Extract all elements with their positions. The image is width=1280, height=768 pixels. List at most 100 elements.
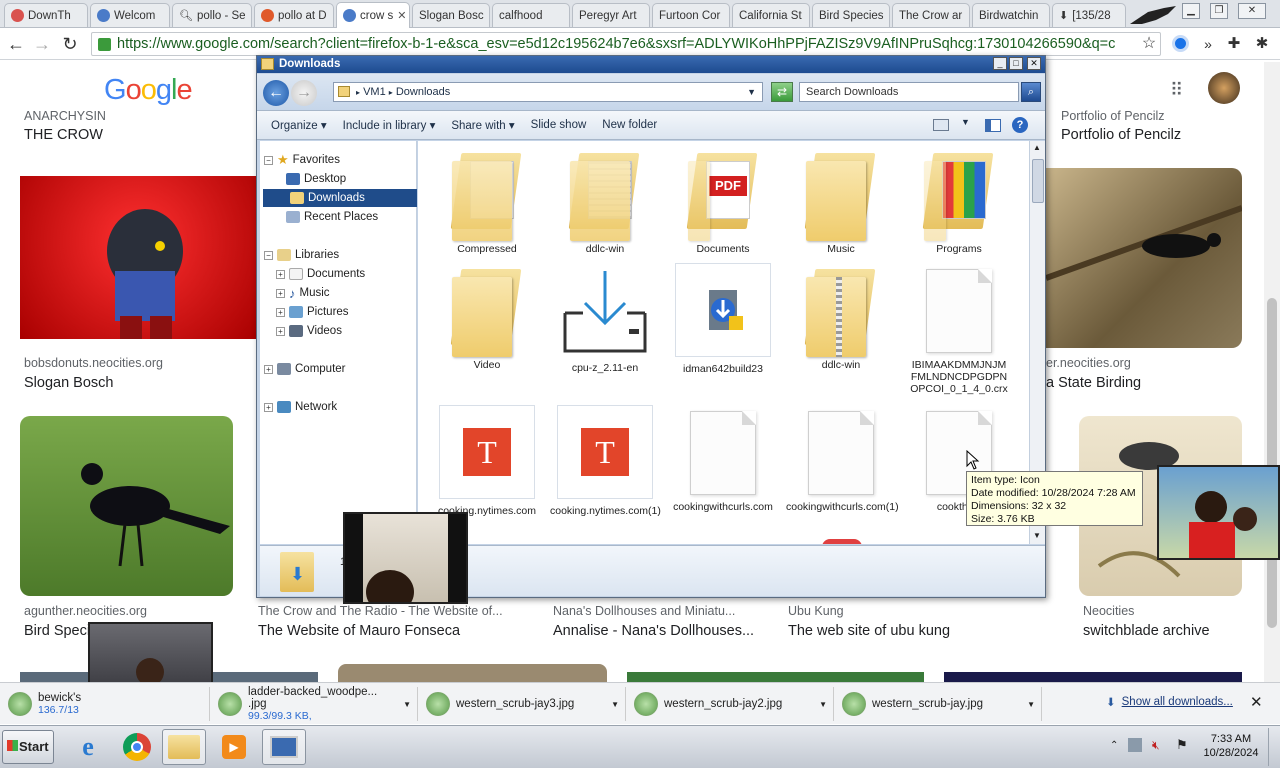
system-clock[interactable]: 7:33 AM 10/28/2024: [1200, 732, 1262, 760]
explorer-taskbar-icon[interactable]: [162, 729, 206, 765]
tab-birdwatching[interactable]: Birdwatchin: [972, 3, 1050, 27]
chevron-down-icon[interactable]: ▼: [819, 700, 833, 709]
explorer-forward-icon[interactable]: →: [291, 80, 317, 106]
tab-pollo-search[interactable]: 🔍︎ pollo - Se: [172, 3, 252, 27]
tab-progress[interactable]: ⬇ [135/28: [1052, 3, 1126, 27]
explorer-title-bar[interactable]: Downloads: [257, 56, 1045, 73]
tools-icon[interactable]: ✱: [1250, 32, 1274, 56]
download-item[interactable]: western_scrub-jay3.jpg ▼: [418, 687, 626, 721]
preview-pane-icon[interactable]: [985, 119, 1001, 132]
search-downloads-field[interactable]: Search Downloads: [799, 82, 1019, 102]
scroll-up-icon[interactable]: ▲: [1033, 143, 1041, 152]
partial-file-icon[interactable]: [822, 539, 862, 544]
file-item[interactable]: Compressed: [432, 147, 542, 255]
file-item[interactable]: Tcooking.nytimes.com: [432, 405, 542, 517]
apps-grid-icon[interactable]: ⠿: [1170, 80, 1183, 101]
expand-icon[interactable]: +: [276, 269, 285, 279]
result-title[interactable]: The Website of Mauro Fonseca: [258, 623, 460, 639]
nav-recent-places[interactable]: Recent Places: [286, 208, 416, 226]
tab-calfhood[interactable]: calfhood: [492, 3, 570, 27]
more-extensions-icon[interactable]: »: [1196, 32, 1220, 56]
page-scrollbar-thumb[interactable]: [1267, 298, 1277, 628]
chevron-down-icon[interactable]: ▼: [747, 83, 756, 101]
file-item[interactable]: ddlc-win: [786, 263, 896, 371]
action-center-flag-icon[interactable]: ⚑: [1176, 737, 1188, 753]
close-window-button[interactable]: ✕: [1238, 3, 1266, 19]
file-item[interactable]: Programs: [904, 147, 1014, 255]
result-image-partial[interactable]: [338, 664, 607, 682]
chevron-down-icon[interactable]: ▼: [1027, 700, 1041, 709]
result-title[interactable]: Slogan Bosch: [24, 375, 113, 391]
result-image-grackle[interactable]: [20, 416, 233, 596]
result-title[interactable]: Annalise - Nana's Dollhouses...: [553, 623, 754, 639]
download-item[interactable]: bewick's 136.7/13: [0, 687, 210, 721]
close-tab-icon[interactable]: ✕: [397, 9, 406, 22]
result-title[interactable]: THE CROW: [24, 127, 103, 143]
nav-videos[interactable]: + Videos: [276, 322, 416, 340]
show-all-downloads-link[interactable]: ⬇ Show all downloads...: [1106, 695, 1233, 709]
tab-welcome[interactable]: Welcom: [90, 3, 170, 27]
file-item[interactable]: PDF Documents: [668, 147, 778, 255]
nav-desktop[interactable]: Desktop: [286, 170, 416, 188]
file-item[interactable]: idman642build23: [668, 263, 778, 375]
nav-music[interactable]: + ♪ Music: [276, 284, 416, 302]
avatar[interactable]: [1208, 72, 1240, 104]
expand-icon[interactable]: +: [264, 402, 273, 412]
search-icon[interactable]: ⌕: [1021, 82, 1041, 102]
expand-icon[interactable]: +: [276, 288, 285, 298]
chrome-icon[interactable]: [115, 729, 159, 765]
organize-button[interactable]: Organize ▾: [257, 118, 335, 132]
collapse-icon[interactable]: −: [264, 155, 273, 165]
file-item[interactable]: IBIMAAKDMMJNJMFMLNDNCDPGDPNOPCOI_0_1_4_0…: [904, 263, 1014, 395]
help-icon[interactable]: ?: [1012, 117, 1028, 133]
share-with-button[interactable]: Share with ▾: [443, 118, 522, 132]
chevron-down-icon[interactable]: ▼: [611, 700, 625, 709]
file-item[interactable]: cookingwithcurls.com(1): [786, 405, 899, 513]
file-item[interactable]: Music: [786, 147, 896, 255]
network-tray-icon[interactable]: [1128, 738, 1142, 752]
result-image-crow-tree[interactable]: [1046, 168, 1242, 348]
minimize-button[interactable]: ▁: [1182, 3, 1200, 19]
chevron-down-icon[interactable]: ▼: [403, 700, 417, 709]
tab-crow-search-active[interactable]: crow s ✕: [336, 2, 410, 28]
tab-bird-species[interactable]: Bird Species: [812, 3, 890, 27]
remote-desktop-icon[interactable]: [262, 729, 306, 765]
nav-computer[interactable]: + Computer: [264, 360, 416, 378]
explorer-minimize-button[interactable]: _: [993, 57, 1007, 70]
reload-icon[interactable]: ↻: [58, 32, 82, 56]
tab-peregyr-art[interactable]: Peregyr Art: [572, 3, 650, 27]
result-image-crow-character[interactable]: [20, 176, 256, 339]
show-desktop-button[interactable]: [1268, 728, 1278, 766]
new-folder-button[interactable]: New folder: [594, 119, 665, 131]
address-bar[interactable]: https://www.google.com/search?client=fir…: [91, 32, 1161, 56]
result-image-partial[interactable]: [627, 672, 924, 682]
download-item[interactable]: ladder-backed_woodpe... .jpg 99.3/99.3 KB…: [210, 686, 418, 722]
result-title[interactable]: Bird Speci: [24, 623, 90, 639]
slide-show-button[interactable]: Slide show: [523, 119, 595, 131]
file-item[interactable]: Tcooking.nytimes.com(1): [550, 405, 661, 517]
show-hidden-icons[interactable]: ⌃: [1110, 740, 1118, 751]
explorer-breadcrumb[interactable]: ▸ VM1 ▸ Downloads ▼: [333, 82, 763, 102]
explorer-close-button[interactable]: ✕: [1027, 57, 1041, 70]
download-item[interactable]: western_scrub-jay2.jpg ▼: [626, 687, 834, 721]
nav-favorites[interactable]: − ★ Favorites: [264, 151, 416, 169]
file-item[interactable]: cpu-z_2.11-en: [550, 263, 660, 374]
media-player-icon[interactable]: ▶: [212, 729, 256, 765]
breadcrumb-vm1[interactable]: VM1: [363, 86, 386, 98]
breadcrumb-downloads[interactable]: Downloads: [396, 86, 450, 98]
internet-explorer-icon[interactable]: e: [66, 729, 110, 765]
change-view-icon[interactable]: [933, 119, 949, 131]
extension-circle-icon[interactable]: [1172, 35, 1189, 52]
forward-arrow-icon[interactable]: →: [30, 32, 54, 56]
refresh-icon[interactable]: ⇄: [771, 82, 793, 102]
result-title[interactable]: The web site of ubu kung: [788, 623, 950, 639]
nav-network[interactable]: + Network: [264, 398, 416, 416]
nav-pictures[interactable]: + Pictures: [276, 303, 416, 321]
expand-icon[interactable]: +: [276, 307, 285, 317]
collapse-icon[interactable]: −: [264, 250, 273, 260]
star-icon[interactable]: ☆: [1137, 32, 1161, 56]
view-options-chevron-icon[interactable]: ▼: [961, 117, 970, 127]
include-in-library-button[interactable]: Include in library ▾: [335, 118, 444, 132]
maximize-button[interactable]: ❐: [1210, 3, 1228, 19]
file-item[interactable]: cookingwithcurls.com: [668, 405, 778, 513]
